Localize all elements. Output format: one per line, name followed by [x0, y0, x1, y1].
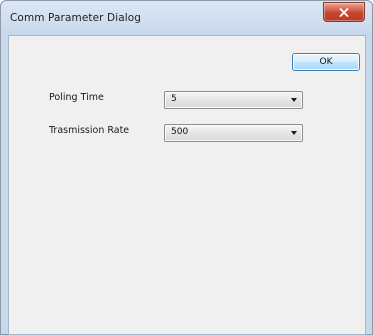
ok-button[interactable]: OK: [292, 53, 360, 71]
transmission-rate-label: Trasmission Rate: [49, 125, 130, 136]
poling-time-select[interactable]: 5: [164, 91, 303, 109]
poling-time-value: 5: [171, 94, 177, 104]
dialog-window: Comm Parameter Dialog OK Poling Time 5 T…: [0, 0, 373, 335]
transmission-rate-value: 500: [171, 127, 189, 137]
chevron-down-icon: [291, 98, 297, 102]
poling-time-label: Poling Time: [49, 92, 104, 103]
close-button[interactable]: [323, 2, 365, 22]
window-title: Comm Parameter Dialog: [10, 12, 142, 24]
chevron-down-icon: [291, 131, 297, 135]
transmission-rate-select[interactable]: 500: [164, 124, 303, 142]
title-bar[interactable]: Comm Parameter Dialog: [1, 1, 372, 35]
dialog-content: OK Poling Time 5 Trasmission Rate 500: [8, 35, 366, 335]
close-icon: [339, 7, 349, 17]
